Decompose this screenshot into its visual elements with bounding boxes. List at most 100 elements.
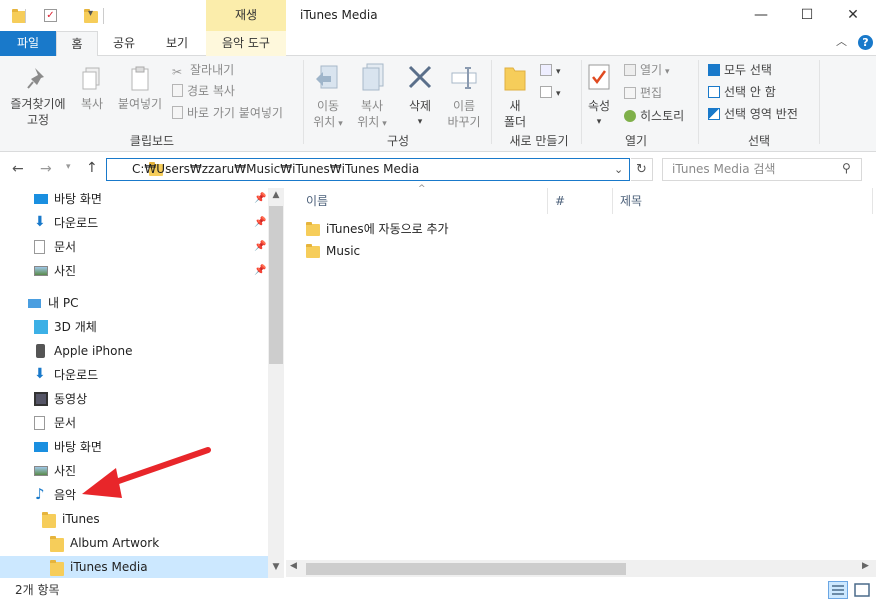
folder-icon [12, 9, 26, 23]
tab-share[interactable]: 공유 [102, 31, 146, 56]
nav-item-documents-quick[interactable]: 문서 [34, 236, 76, 258]
select-none-label: 선택 안 함 [724, 85, 776, 99]
column-header-name[interactable]: 이름 [306, 188, 328, 214]
tab-home[interactable]: 홈 [56, 31, 98, 57]
edit-label: 편집 [640, 86, 663, 100]
easy-access-button[interactable]: ▾ [540, 84, 561, 104]
back-arrow-icon[interactable]: ← [12, 161, 24, 177]
pin-label-line1: 즐겨찾기에 [10, 97, 66, 111]
nav-item-label: Apple iPhone [54, 344, 133, 358]
forward-arrow-icon[interactable]: → [40, 161, 52, 177]
tab-view[interactable]: 보기 [152, 31, 202, 56]
open-button[interactable]: 열기 ▾ [624, 60, 669, 80]
nav-item-3d-objects[interactable]: 3D 개체 [34, 316, 97, 338]
pin-icon[interactable]: 📌 [254, 265, 266, 276]
nav-item-itunes-media[interactable]: iTunes Media [50, 556, 148, 578]
nav-item-itunes[interactable]: iTunes [42, 508, 100, 530]
chevron-down-icon: ▾ [379, 119, 387, 129]
folder-icon [306, 222, 320, 236]
maximize-button[interactable]: ☐ [784, 0, 830, 31]
search-icon[interactable]: ⚲ [842, 161, 851, 175]
nav-item-label: 동영상 [54, 392, 88, 406]
move-to-button[interactable]: 이동 위치 ▾ [306, 62, 350, 132]
column-divider[interactable] [612, 188, 613, 214]
history-button[interactable]: 히스토리 [624, 106, 684, 126]
paste-shortcut-icon [172, 106, 183, 119]
copy-path-button[interactable]: 경로 복사 [172, 81, 235, 101]
details-view-button[interactable] [828, 581, 848, 599]
up-arrow-icon[interactable]: ↑ [86, 160, 98, 176]
column-divider[interactable] [872, 188, 873, 214]
select-all-button[interactable]: 모두 선택 [708, 60, 772, 80]
edit-button[interactable]: 편집 [624, 83, 662, 103]
tab-music-tools[interactable]: 음악 도구 [206, 31, 286, 56]
minimize-button[interactable]: — [738, 0, 784, 31]
ribbon: 즐겨찾기에 고정 복사 붙여넣기 ✂ 잘라내기 경로 복사 바로 가기 붙여넣기 … [0, 56, 876, 152]
nav-item-videos[interactable]: 동영상 [34, 388, 87, 410]
large-icons-view-button[interactable] [852, 581, 872, 599]
tab-file[interactable]: 파일 [0, 31, 56, 56]
close-button[interactable]: ✕ [830, 0, 876, 31]
paste-button[interactable]: 붙여넣기 [114, 66, 166, 112]
nav-scrollbar-thumb[interactable] [269, 206, 283, 364]
copy-button[interactable]: 복사 [74, 66, 110, 112]
column-divider[interactable] [547, 188, 548, 214]
cut-button[interactable]: ✂ 잘라내기 [172, 60, 234, 80]
list-item[interactable]: iTunes에 자동으로 추가 [306, 218, 449, 240]
recent-locations-icon[interactable]: ▾ [66, 162, 71, 172]
properties-icon [588, 64, 610, 90]
help-icon[interactable]: ? [858, 35, 873, 50]
list-item[interactable]: Music [306, 240, 360, 262]
invert-selection-button[interactable]: 선택 영역 반전 [708, 104, 798, 124]
address-dropdown-icon[interactable]: ⌄ [614, 158, 623, 181]
divider [698, 60, 699, 144]
scroll-down-icon[interactable]: ▼ [268, 562, 284, 572]
divider [25, 9, 26, 23]
properties-button[interactable]: 속성 ▾ [584, 62, 614, 130]
column-header-number[interactable]: # [555, 188, 565, 214]
pin-icon[interactable]: 📌 [254, 217, 266, 228]
copy-path-label: 경로 복사 [187, 84, 235, 98]
new-item-button[interactable]: ▾ [540, 62, 561, 82]
divider [103, 8, 104, 24]
properties-quick-icon[interactable]: ✓ [44, 9, 57, 22]
context-tab-group-label: 재생 [206, 0, 286, 31]
delete-label: 삭제 [408, 99, 432, 113]
nav-item-label: 문서 [54, 416, 77, 430]
pin-to-quick-access-button[interactable]: 즐겨찾기에 고정 [4, 66, 72, 128]
select-all-label: 모두 선택 [724, 63, 772, 77]
copy-to-button[interactable]: 복사 위치 ▾ [350, 62, 394, 132]
nav-item-downloads-quick[interactable]: ⬇ 다운로드 [34, 212, 98, 234]
item-count: 2개 항목 [15, 583, 60, 597]
delete-button[interactable]: 삭제 ▾ [398, 62, 442, 130]
column-header-title[interactable]: 제목 [620, 188, 642, 214]
scroll-up-icon[interactable]: ▲ [268, 190, 284, 200]
pin-icon[interactable]: 📌 [254, 193, 266, 204]
nav-item-downloads[interactable]: ⬇ 다운로드 [34, 364, 98, 386]
delete-x-icon [408, 65, 432, 89]
organize-group-label: 구성 [386, 134, 410, 148]
horizontal-scrollbar-thumb[interactable] [306, 563, 626, 575]
file-name: iTunes에 자동으로 추가 [326, 222, 449, 236]
select-none-button[interactable]: 선택 안 함 [708, 82, 776, 102]
nav-item-pictures-quick[interactable]: 사진 [34, 260, 76, 282]
paste-shortcut-button[interactable]: 바로 가기 붙여넣기 [172, 103, 283, 123]
address-path[interactable]: C:₩Users₩zzaru₩Music₩iTunes₩iTunes Media [132, 158, 419, 181]
scroll-right-icon[interactable]: ▶ [862, 561, 869, 571]
easy-access-icon [540, 86, 552, 98]
nav-item-this-pc[interactable]: 내 PC [28, 292, 78, 314]
refresh-icon[interactable]: ↻ [631, 158, 653, 181]
nav-item-documents[interactable]: 문서 [34, 412, 76, 434]
nav-item-label: 바탕 화면 [54, 192, 102, 206]
new-folder-button[interactable]: 새 폴더 [496, 62, 534, 130]
scroll-left-icon[interactable]: ◀ [290, 561, 297, 571]
nav-item-album-artwork[interactable]: Album Artwork [50, 532, 159, 554]
nav-item-label: 내 PC [48, 296, 79, 310]
nav-item-label: 다운로드 [54, 368, 99, 382]
rename-button[interactable]: 이름 바꾸기 [442, 62, 486, 130]
quick-access-dropdown-icon[interactable]: ▾ [88, 8, 93, 19]
ribbon-collapse-icon[interactable]: ︿ [836, 33, 847, 49]
pin-icon[interactable]: 📌 [254, 241, 266, 252]
nav-item-desktop-quick[interactable]: 바탕 화면 [34, 188, 102, 210]
nav-item-apple-iphone[interactable]: Apple iPhone [34, 340, 132, 362]
